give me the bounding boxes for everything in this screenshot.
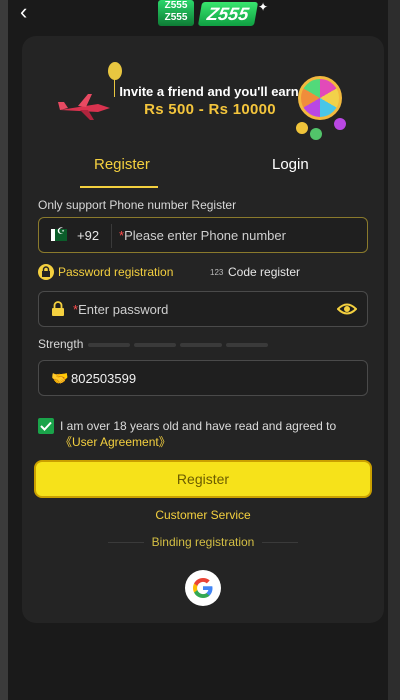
google-icon <box>193 578 213 598</box>
active-tab-indicator <box>80 186 158 188</box>
coin-icon <box>296 122 308 134</box>
balloon-icon <box>108 62 122 97</box>
agreement-text: I am over 18 years old and have read and… <box>60 419 337 449</box>
country-code[interactable]: +92 <box>77 228 99 243</box>
agreement-checkbox[interactable] <box>38 418 54 434</box>
coin-icon <box>334 118 346 130</box>
password-field[interactable]: *Enter password <box>38 291 368 327</box>
phone-field[interactable]: +92 *Please enter Phone number <box>38 217 368 253</box>
coin-icon <box>310 128 322 140</box>
airplane-icon <box>58 94 110 120</box>
invite-banner[interactable]: Invite a friend and you'll earn Rs 500 -… <box>58 62 348 154</box>
logo-big: Z555 <box>197 2 259 26</box>
customer-service-link[interactable]: Customer Service <box>22 508 384 522</box>
banner-line2: Rs 500 - Rs 10000 <box>144 101 276 118</box>
phone-input[interactable]: *Please enter Phone number <box>119 228 286 243</box>
password-input[interactable]: *Enter password <box>73 302 168 317</box>
divider <box>262 542 298 543</box>
binding-registration-link[interactable]: Binding registration <box>22 535 384 549</box>
code-icon: 123 <box>210 268 224 277</box>
strength-bar <box>226 343 268 347</box>
user-agreement-link[interactable]: 《User Agreement》 <box>60 435 171 449</box>
banner-line1: Invite a friend and you'll earn <box>119 84 299 99</box>
handshake-icon: 🤝 <box>51 370 69 386</box>
register-card: Invite a friend and you'll earn Rs 500 -… <box>22 36 384 623</box>
password-registration-option[interactable]: Password registration <box>58 265 173 279</box>
chevron-left-icon[interactable]: ‹ <box>20 1 27 23</box>
tab-login[interactable]: Login <box>272 156 309 173</box>
registration-mode-row: Password registration 123 Code register <box>38 264 368 282</box>
top-bar: ‹ Z555 Z555 Z555 ✦ <box>8 0 388 34</box>
strength-bar <box>88 343 130 347</box>
checkmark-icon <box>40 421 52 431</box>
lock-icon <box>38 264 54 280</box>
strength-bar <box>180 343 222 347</box>
app-logo: Z555 Z555 Z555 ✦ <box>158 0 268 28</box>
invite-code-input[interactable]: 802503599 <box>71 371 136 386</box>
strength-label: Strength <box>38 337 84 351</box>
register-button[interactable]: Register <box>34 460 372 498</box>
eye-icon[interactable] <box>337 301 357 317</box>
tab-register[interactable]: Register <box>94 156 150 173</box>
star-icon: ✦ <box>258 0 269 14</box>
right-edge <box>388 0 400 700</box>
prize-wheel-icon <box>298 76 342 120</box>
phone-hint: Only support Phone number Register <box>38 198 237 212</box>
logo-small: Z555 Z555 <box>158 0 194 26</box>
auth-tabs: Register Login <box>22 150 384 190</box>
divider <box>111 224 112 248</box>
left-edge <box>0 0 8 700</box>
lock-icon <box>52 301 64 316</box>
pakistan-flag-icon <box>51 226 67 241</box>
invite-code-field[interactable]: 🤝 802503599 <box>38 360 368 396</box>
strength-bar <box>134 343 176 347</box>
google-login-button[interactable] <box>185 570 221 606</box>
code-register-option[interactable]: Code register <box>228 265 300 279</box>
